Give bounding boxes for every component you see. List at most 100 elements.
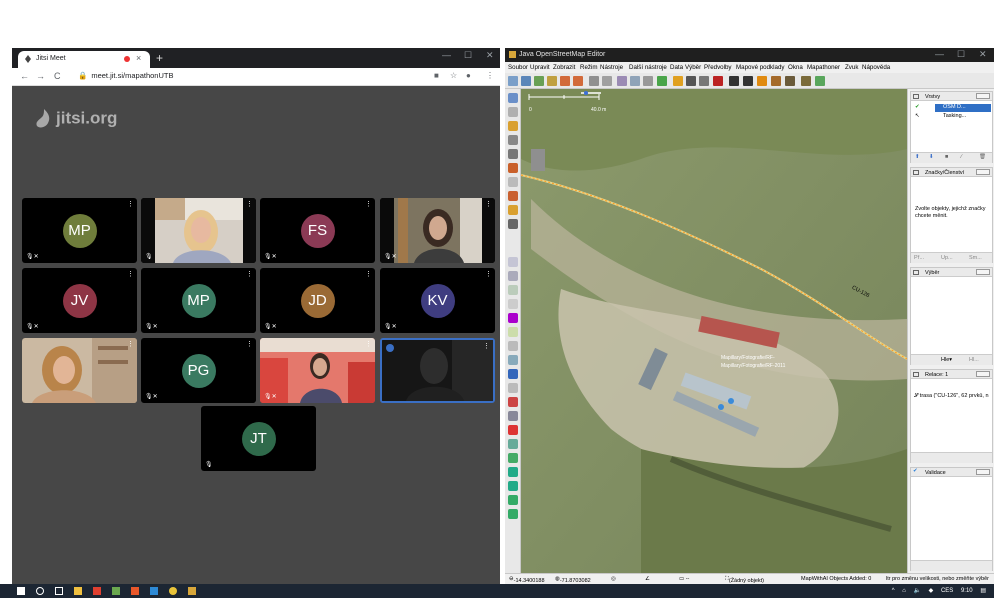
participant-tile[interactable]: FS ⋮ 🎙✕ (260, 198, 375, 263)
delete-tool-icon[interactable] (508, 149, 518, 159)
participant-tile[interactable]: KV ⋮ 🎙✕ (380, 268, 495, 333)
camera-icon[interactable]: ■ (434, 71, 439, 80)
participant-tile[interactable]: ⋮ 🎙✕ (260, 338, 375, 403)
josm-taskbar-icon[interactable] (188, 587, 196, 595)
extrude-icon[interactable] (508, 191, 518, 201)
start-windows-icon[interactable] (17, 587, 25, 595)
draw-tool-icon[interactable] (508, 121, 518, 131)
tile-menu-icon[interactable]: ⋮ (485, 200, 492, 208)
notifications-icon[interactable]: ▤ (980, 588, 986, 594)
bookmark-star-icon[interactable]: ☆ (450, 71, 457, 80)
tile-menu-icon[interactable]: ⋮ (127, 200, 134, 208)
tile-menu-icon[interactable]: ⋮ (365, 200, 372, 208)
relation-row[interactable]: 𝓢 trasa ("CU-126", 62 prvků, n (914, 393, 992, 400)
edit-tag-button[interactable]: Up... (941, 255, 953, 261)
participant-tile[interactable]: MP ⋮ 🎙✕ (22, 198, 137, 263)
forward-button[interactable]: → (36, 71, 45, 81)
menu-item[interactable]: Data (670, 64, 683, 71)
history-button[interactable]: Hl... (969, 357, 979, 363)
selection-panel-header[interactable]: Výběr (911, 268, 992, 277)
participant-tile[interactable]: JD ⋮ 🎙✕ (260, 268, 375, 333)
changeset-icon[interactable] (508, 341, 518, 351)
preset-area-icon[interactable] (713, 76, 723, 86)
tile-menu-icon[interactable]: ⋮ (365, 340, 372, 348)
menu-item[interactable]: Nápověda (862, 64, 890, 71)
chrome-taskbar-icon[interactable] (169, 587, 177, 595)
panel-window-buttons[interactable] (976, 93, 990, 99)
menu-item[interactable]: Mapové podklady (736, 64, 785, 71)
josm-maximize-button[interactable]: ☐ (957, 49, 965, 60)
tags-panel-header[interactable]: Značky/Členství (911, 168, 992, 177)
download-icon[interactable] (534, 76, 544, 86)
participant-tile-active-speaker[interactable]: ⋮ (380, 338, 495, 403)
zoom-icon[interactable] (589, 76, 599, 86)
geotag-icon[interactable] (508, 411, 518, 421)
pencil-icon[interactable] (508, 205, 518, 215)
participant-tile[interactable]: ⋮ 🎙✕ (380, 198, 495, 263)
josm-minimize-button[interactable]: — (935, 49, 944, 59)
menu-item[interactable]: Předvolby (704, 64, 732, 71)
car-icon[interactable] (729, 76, 739, 86)
participant-tile[interactable]: PG ⋮ 🎙✕ (141, 338, 256, 403)
clock[interactable]: 9:10 (961, 588, 973, 594)
validate-icon[interactable] (508, 369, 518, 379)
menu-item[interactable]: Výběr (685, 64, 701, 71)
relations-panel-header[interactable]: Relace: 1 (911, 370, 992, 379)
preset-icon[interactable] (673, 76, 683, 86)
filter-icon[interactable] (508, 383, 518, 393)
close-button[interactable]: ✕ (486, 50, 494, 61)
info-icon[interactable] (508, 467, 518, 477)
preset-building-icon[interactable] (686, 76, 696, 86)
minimap-icon[interactable] (508, 397, 518, 407)
address-bar[interactable]: 🔒 meet.jit.si/mapathonUTB (78, 71, 173, 80)
reload-button[interactable]: C (54, 71, 61, 81)
food-icon[interactable] (771, 76, 781, 86)
app-icon[interactable] (112, 587, 120, 595)
more-tools-icon[interactable] (508, 509, 518, 519)
conflict-icon[interactable] (508, 313, 518, 323)
tile-menu-icon[interactable]: ⋮ (246, 200, 253, 208)
layers-panel-header[interactable]: Vrstvy (911, 92, 992, 101)
app-icon[interactable] (93, 587, 101, 595)
marker-icon[interactable] (508, 425, 518, 435)
participant-tile[interactable]: JT 🎙 (201, 406, 316, 471)
josm-close-button[interactable]: ✕ (979, 49, 987, 60)
layer-row[interactable]: ↖ Tasking... (913, 113, 992, 121)
redo-icon[interactable] (573, 76, 583, 86)
validation-panel-header[interactable]: ✔ Validace (911, 468, 992, 477)
volume-icon[interactable]: 🔈 (914, 588, 921, 594)
map-icon[interactable] (815, 76, 825, 86)
tab-jitsi-meet[interactable]: Jitsi Meet × (18, 51, 150, 68)
reverse-way-icon[interactable] (643, 76, 653, 86)
lasso-tool-icon[interactable] (508, 107, 518, 117)
chrome-menu-button[interactable]: ⋮ (486, 71, 494, 80)
back-button[interactable]: ← (20, 71, 29, 81)
bus-icon[interactable] (743, 76, 753, 86)
tile-menu-icon[interactable]: ⋮ (483, 342, 490, 350)
minimize-button[interactable]: — (442, 50, 451, 60)
imagery-icon[interactable] (657, 76, 667, 86)
save-icon[interactable] (521, 76, 531, 86)
new-tab-button[interactable]: + (156, 51, 163, 65)
parallel-tool-icon[interactable] (508, 163, 518, 173)
toggle-panel-icon[interactable] (508, 257, 518, 267)
panel-window-buttons[interactable] (976, 269, 990, 275)
select-tool-icon[interactable] (508, 93, 518, 103)
preferences-icon[interactable] (602, 76, 612, 86)
menu-item[interactable]: Mapathoner (807, 64, 840, 71)
menu-item[interactable]: Zobrazit (553, 64, 575, 71)
tag-icon[interactable] (508, 271, 518, 281)
tile-menu-icon[interactable]: ⋮ (246, 270, 253, 278)
tile-menu-icon[interactable]: ⋮ (365, 270, 372, 278)
warning-icon[interactable] (757, 76, 767, 86)
menu-item[interactable]: Soubor (508, 64, 528, 71)
split-way-icon[interactable] (617, 76, 627, 86)
menu-item[interactable]: Další nástroje (629, 64, 667, 71)
author-icon[interactable] (508, 355, 518, 365)
landuse-icon[interactable] (801, 76, 811, 86)
participant-tile[interactable]: JV ⋮ 🎙✕ (22, 268, 137, 333)
panel-window-buttons[interactable] (976, 169, 990, 175)
network-icon[interactable]: ⌂ (902, 588, 906, 594)
relation-icon[interactable] (508, 327, 518, 337)
panel-window-buttons[interactable] (976, 469, 990, 475)
